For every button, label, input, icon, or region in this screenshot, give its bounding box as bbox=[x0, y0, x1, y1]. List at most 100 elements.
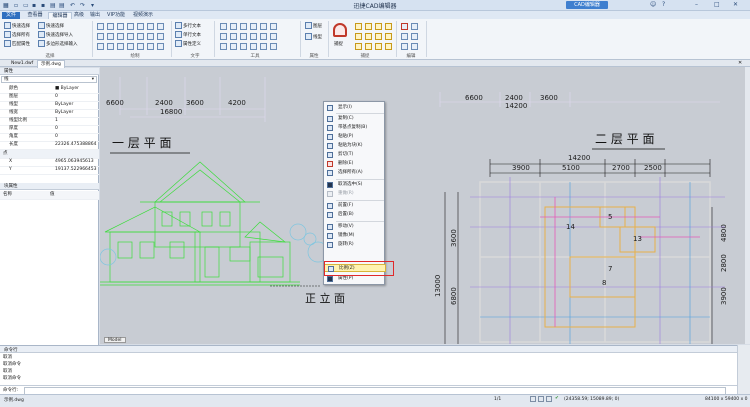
close-doc-icon[interactable]: ✕ bbox=[738, 60, 742, 66]
snap-parallel-icon[interactable] bbox=[385, 43, 392, 50]
select-all-button[interactable]: 选择所有 bbox=[4, 31, 30, 38]
doc-tab-sample[interactable]: 示例.dwg bbox=[37, 60, 65, 68]
menu-item-properties[interactable]: 属性(P) bbox=[324, 275, 386, 283]
menu-item-copy-base[interactable]: 带基点复制(B) bbox=[324, 124, 386, 132]
spline-icon[interactable] bbox=[157, 23, 164, 30]
tab-output[interactable]: 输出 bbox=[88, 12, 102, 19]
mirror-icon[interactable] bbox=[250, 33, 257, 40]
menu-item-rotate[interactable]: 旋转(R) bbox=[324, 241, 386, 249]
rectangle-icon[interactable] bbox=[137, 23, 144, 30]
block-icon[interactable] bbox=[97, 43, 104, 50]
fillet-icon[interactable] bbox=[157, 33, 164, 40]
tab-video[interactable]: 视频演示 bbox=[130, 12, 156, 19]
snap-nearest-icon[interactable] bbox=[375, 43, 382, 50]
menu-item-paste-block[interactable]: 粘贴为块(K) bbox=[324, 142, 386, 150]
menu-item-bring-front[interactable]: 前置(F) bbox=[324, 202, 386, 210]
snap-insert-icon[interactable] bbox=[385, 33, 392, 40]
rotate-icon[interactable] bbox=[230, 33, 237, 40]
linetype-button[interactable]: 线型 bbox=[305, 33, 322, 40]
snap-midpoint-icon[interactable] bbox=[365, 23, 372, 30]
polygon-icon[interactable] bbox=[117, 33, 124, 40]
single-text-button[interactable]: 单行文本 bbox=[175, 31, 201, 38]
mtext-button[interactable]: 多行文本 bbox=[175, 22, 201, 29]
scale-icon[interactable] bbox=[240, 33, 247, 40]
explode-icon[interactable] bbox=[270, 23, 277, 30]
distance-icon[interactable] bbox=[220, 23, 227, 30]
tab-advanced[interactable]: 高级 bbox=[72, 12, 86, 19]
prop-row[interactable]: Y 19137.522966453 bbox=[0, 166, 99, 175]
offset-icon[interactable] bbox=[127, 33, 134, 40]
close-icon[interactable]: ✕ bbox=[733, 1, 738, 8]
snap-extension-icon[interactable] bbox=[375, 33, 382, 40]
line-icon[interactable] bbox=[97, 23, 104, 30]
menu-item-move[interactable]: 移动(V) bbox=[324, 223, 386, 231]
minimize-icon[interactable]: – bbox=[695, 1, 698, 8]
menu-item-select-all[interactable]: 选择所有(A) bbox=[324, 169, 386, 177]
wipeout-icon[interactable] bbox=[157, 43, 164, 50]
insert-icon[interactable] bbox=[107, 43, 114, 50]
menu-item-cut[interactable]: 剪切(T) bbox=[324, 151, 386, 159]
snap-button[interactable]: 捕捉 bbox=[334, 41, 343, 47]
area-icon[interactable] bbox=[230, 23, 237, 30]
property-filter-select[interactable]: 线 ▾ bbox=[1, 76, 97, 83]
stretch-icon[interactable] bbox=[270, 33, 277, 40]
snap-quadrant-icon[interactable] bbox=[355, 33, 362, 40]
join-icon[interactable] bbox=[240, 43, 247, 50]
account-icon[interactable]: ☺ bbox=[650, 1, 656, 8]
drawing-canvas[interactable]: 6600 2400 3600 4200 16800 一 层 平 面 正 立 面 … bbox=[100, 67, 745, 344]
maximize-icon[interactable]: □ bbox=[714, 1, 720, 8]
menu-item-deselect[interactable]: 取消选中(S) bbox=[324, 181, 386, 189]
snap-center-icon[interactable] bbox=[375, 23, 382, 30]
delete-icon[interactable] bbox=[401, 23, 408, 30]
copy-tool-icon[interactable] bbox=[220, 43, 227, 50]
undo-edit-icon[interactable] bbox=[401, 43, 408, 50]
point-icon[interactable] bbox=[107, 33, 114, 40]
doc-tab-new1[interactable]: New1.dwf bbox=[8, 60, 36, 67]
paste-icon[interactable] bbox=[411, 33, 418, 40]
magnet-icon[interactable] bbox=[333, 23, 347, 37]
match-props-button[interactable]: 匹配属性 bbox=[4, 40, 30, 47]
quick-select-button[interactable]: 快速选择 bbox=[4, 22, 30, 29]
trim-icon[interactable] bbox=[137, 33, 144, 40]
array-icon[interactable] bbox=[260, 33, 267, 40]
snap-endpoint-icon[interactable] bbox=[355, 23, 362, 30]
menu-item-delete[interactable]: 删除(E) bbox=[324, 160, 386, 168]
quick-select-2-button[interactable]: 快速选择 bbox=[38, 22, 64, 29]
tab-file[interactable]: 文件 bbox=[2, 12, 20, 19]
tab-viewer[interactable]: 查看器 bbox=[24, 12, 46, 19]
region-icon[interactable] bbox=[147, 43, 154, 50]
polar-toggle-icon[interactable]: ✔ bbox=[555, 396, 559, 401]
snap-node-icon[interactable] bbox=[385, 23, 392, 30]
leader-icon[interactable] bbox=[127, 43, 134, 50]
table-icon[interactable] bbox=[137, 43, 144, 50]
polygon-select-button[interactable]: 多边形选择输入 bbox=[38, 40, 78, 47]
move-icon[interactable] bbox=[220, 33, 227, 40]
grid-toggle-icon[interactable] bbox=[538, 396, 544, 402]
ellipse-icon[interactable] bbox=[147, 23, 154, 30]
ortho-icon[interactable] bbox=[250, 23, 257, 30]
erase-tool-icon[interactable] bbox=[230, 43, 237, 50]
command-scrollbar[interactable] bbox=[737, 345, 750, 394]
redo-edit-icon[interactable] bbox=[411, 43, 418, 50]
menu-item-mirror[interactable]: 镜像(M) bbox=[324, 232, 386, 240]
polyline-icon[interactable] bbox=[107, 23, 114, 30]
hatch-icon[interactable] bbox=[97, 33, 104, 40]
ortho-toggle-icon[interactable] bbox=[546, 396, 552, 402]
help-icon[interactable]: ? bbox=[662, 1, 665, 8]
copy-clip-icon[interactable] bbox=[411, 23, 418, 30]
circle-icon[interactable] bbox=[117, 23, 124, 30]
chamfer-icon[interactable] bbox=[260, 43, 267, 50]
snap-intersection-icon[interactable] bbox=[365, 33, 372, 40]
cut-icon[interactable] bbox=[401, 33, 408, 40]
model-tab[interactable]: Model bbox=[104, 337, 126, 343]
extend-icon[interactable] bbox=[147, 33, 154, 40]
measure-icon[interactable] bbox=[260, 23, 267, 30]
quick-select-import-button[interactable]: 快速选择导入 bbox=[38, 31, 73, 38]
arc-icon[interactable] bbox=[127, 23, 134, 30]
menu-item-send-back[interactable]: 后置(B) bbox=[324, 211, 386, 219]
menu-item-paste[interactable]: 粘贴(P) bbox=[324, 133, 386, 141]
grid-icon[interactable] bbox=[240, 23, 247, 30]
dimension-icon[interactable] bbox=[117, 43, 124, 50]
break-icon[interactable] bbox=[250, 43, 257, 50]
lengthen-icon[interactable] bbox=[270, 43, 277, 50]
